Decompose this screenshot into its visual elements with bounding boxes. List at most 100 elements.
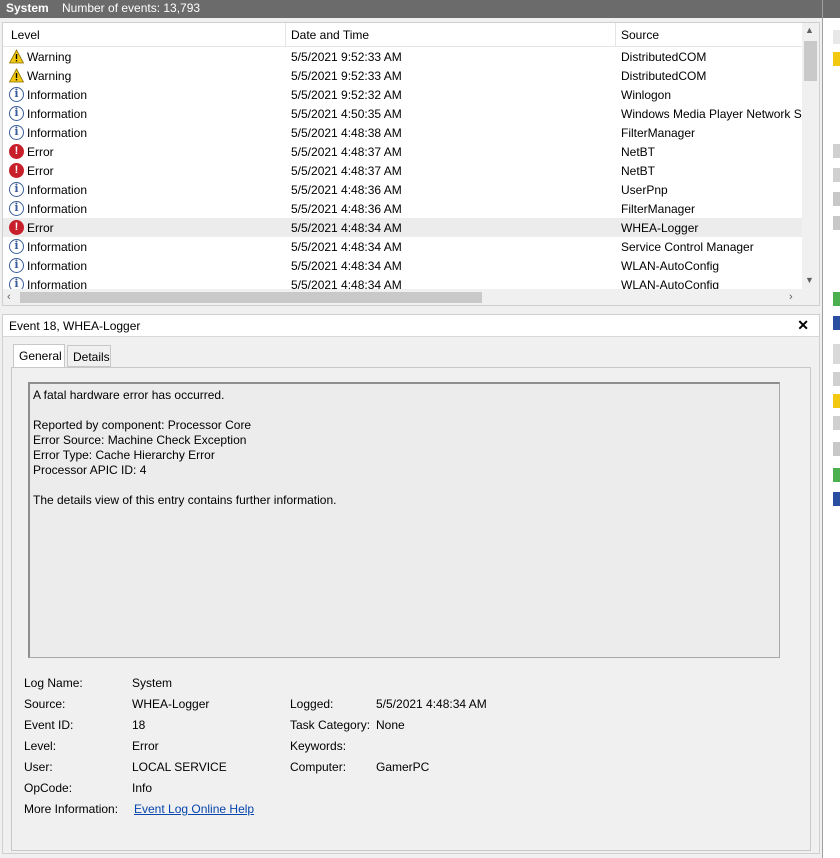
event-row[interactable]: Warning 5/5/2021 9:52:33 AM DistributedCOM <box>3 47 803 66</box>
event-row[interactable]: i Information 5/5/2021 4:48:36 AM FilterMan… <box>3 199 803 218</box>
action-icon[interactable] <box>833 316 840 330</box>
event-log-online-help-link[interactable]: Event Log Online Help <box>134 802 254 816</box>
row-date: 5/5/2021 4:48:36 AM <box>291 202 402 216</box>
actions-pane-header <box>823 0 840 18</box>
column-date[interactable]: Date and Time <box>291 28 369 42</box>
logged-value[interactable]: 5/5/2021 4:48:34 AM <box>376 697 487 711</box>
action-icon[interactable] <box>833 292 840 306</box>
action-icon[interactable] <box>833 216 840 230</box>
row-date: 5/5/2021 9:52:33 AM <box>291 69 402 83</box>
action-icon[interactable] <box>833 192 840 206</box>
source-label: Source: <box>24 697 66 711</box>
error-icon: ! <box>9 144 24 159</box>
general-tab-body: A fatal hardware error has occurred. Rep… <box>11 367 811 851</box>
user-value[interactable]: LOCAL SERVICE <box>132 760 227 774</box>
event-row[interactable]: Warning 5/5/2021 9:52:33 AM DistributedCOM <box>3 66 803 85</box>
close-icon[interactable]: ✕ <box>797 317 809 334</box>
event-row[interactable]: ! Error 5/5/2021 4:48:34 AM WHEA-Logger <box>3 218 803 237</box>
information-icon: i <box>9 106 24 121</box>
vertical-scrollbar[interactable]: ▲ ▼ <box>802 23 819 289</box>
row-date: 5/5/2021 4:48:34 AM <box>291 259 402 273</box>
action-icon[interactable] <box>833 394 840 408</box>
scroll-up-icon[interactable]: ▲ <box>805 25 814 35</box>
event-viewer: System Number of events: 13,793 Level Da… <box>0 0 822 858</box>
actions-pane-strip <box>822 0 840 858</box>
opcode-label: OpCode: <box>24 781 73 795</box>
row-source: FilterManager <box>621 126 696 140</box>
action-icon[interactable] <box>833 372 840 386</box>
log-name-label: Log Name: <box>24 676 83 690</box>
log-titlebar: System Number of events: 13,793 <box>0 0 822 18</box>
row-source: NetBT <box>621 164 656 178</box>
row-source: NetBT <box>621 145 656 159</box>
action-icon[interactable] <box>833 168 840 182</box>
row-date: 5/5/2021 9:52:32 AM <box>291 88 402 102</box>
user-label: User: <box>24 760 53 774</box>
event-id-value[interactable]: 18 <box>132 718 145 732</box>
row-date: 5/5/2021 4:48:34 AM <box>291 240 402 254</box>
message-line: Error Source: Machine Check Exception <box>33 433 247 447</box>
row-date: 5/5/2021 4:48:36 AM <box>291 183 402 197</box>
detail-header: Event 18, WHEA-Logger ✕ <box>3 315 819 337</box>
log-name-value[interactable]: System <box>132 676 172 690</box>
computer-value[interactable]: GamerPC <box>376 760 429 774</box>
event-row[interactable]: i Information 5/5/2021 4:48:34 AM Service C… <box>3 237 803 256</box>
event-detail-pane: Event 18, WHEA-Logger ✕ General Details … <box>2 314 820 854</box>
action-icon[interactable] <box>833 52 840 66</box>
action-icon[interactable] <box>833 30 840 44</box>
source-value[interactable]: WHEA-Logger <box>132 697 209 711</box>
row-source: FilterManager <box>621 202 696 216</box>
row-level: Information <box>27 88 88 102</box>
event-row[interactable]: ! Error 5/5/2021 4:48:37 AM NetBT <box>3 161 803 180</box>
vertical-scroll-thumb[interactable] <box>804 41 817 81</box>
column-level[interactable]: Level <box>11 28 40 42</box>
horizontal-scroll-thumb[interactable] <box>20 292 482 303</box>
event-row[interactable]: i Information 5/5/2021 4:48:38 AM FilterMan… <box>3 123 803 142</box>
row-date: 5/5/2021 4:48:34 AM <box>291 221 402 235</box>
detail-title: Event 18, WHEA-Logger <box>9 319 141 333</box>
event-row[interactable]: ! Error 5/5/2021 4:48:37 AM NetBT <box>3 142 803 161</box>
action-icon[interactable] <box>833 442 840 456</box>
scroll-left-icon[interactable]: ‹ <box>7 291 11 303</box>
scroll-down-icon[interactable]: ▼ <box>805 275 814 285</box>
message-line: Reported by component: Processor Core <box>33 418 252 432</box>
task-category-label: Task Category: <box>290 718 371 732</box>
event-list[interactable]: Level Date and Time Source Warning 5/5/20… <box>2 22 820 306</box>
scroll-right-icon[interactable]: › <box>789 291 793 303</box>
action-icon[interactable] <box>833 492 840 506</box>
row-level: Information <box>27 202 88 216</box>
horizontal-scrollbar[interactable]: ‹ › <box>3 289 819 305</box>
message-line: Processor APIC ID: 4 <box>33 463 147 477</box>
task-category-value[interactable]: None <box>376 718 405 732</box>
error-icon: ! <box>9 163 24 178</box>
information-icon: i <box>9 182 24 197</box>
information-icon: i <box>9 87 24 102</box>
opcode-value[interactable]: Info <box>132 781 152 795</box>
event-row[interactable]: i Information 5/5/2021 4:48:36 AM UserPnp <box>3 180 803 199</box>
level-value[interactable]: Error <box>132 739 159 753</box>
warning-icon <box>8 68 25 83</box>
row-level: Information <box>27 259 88 273</box>
row-level: Warning <box>27 69 72 83</box>
row-level: Error <box>27 221 54 235</box>
action-icon[interactable] <box>833 416 840 430</box>
message-line: Error Type: Cache Hierarchy Error <box>33 448 215 462</box>
row-date: 5/5/2021 9:52:33 AM <box>291 50 402 64</box>
event-message-box[interactable]: A fatal hardware error has occurred. Rep… <box>28 382 780 658</box>
event-row[interactable]: i Information 5/5/2021 9:52:32 AM Winlogon <box>3 85 803 104</box>
keywords-label: Keywords: <box>290 739 347 753</box>
column-header-row: Level Date and Time Source <box>3 23 803 47</box>
tab-general[interactable]: General <box>13 344 65 368</box>
row-level: Warning <box>27 50 72 64</box>
warning-icon <box>8 49 25 64</box>
action-icon[interactable] <box>833 144 840 158</box>
row-source: Winlogon <box>621 88 672 102</box>
column-source[interactable]: Source <box>621 28 659 42</box>
information-icon: i <box>9 125 24 140</box>
event-row[interactable]: i Information 5/5/2021 4:50:35 AM Windows M… <box>3 104 808 123</box>
tab-details[interactable]: Details <box>67 345 111 367</box>
error-icon: ! <box>9 220 24 235</box>
row-level: Information <box>27 183 88 197</box>
action-icon[interactable] <box>833 468 840 482</box>
event-row[interactable]: i Information 5/5/2021 4:48:34 AM WLAN-Auto… <box>3 256 803 275</box>
